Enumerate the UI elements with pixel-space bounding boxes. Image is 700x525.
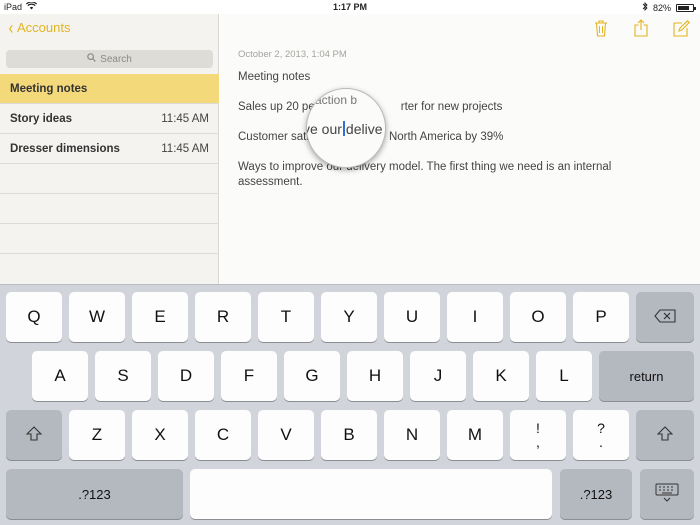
note-editor[interactable]: October 2, 2013, 1:04 PM Meeting notes S… (220, 14, 700, 284)
bluetooth-icon (642, 1, 648, 13)
key-g[interactable]: G (284, 351, 340, 401)
note-title: Meeting notes (10, 82, 88, 95)
chevron-left-icon: ‹ (8, 17, 14, 38)
key-n[interactable]: N (384, 410, 440, 460)
shift-key-right[interactable] (636, 410, 694, 460)
search-input[interactable]: Search (6, 50, 213, 68)
key-s[interactable]: S (95, 351, 151, 401)
shift-key-left[interactable] (6, 410, 62, 460)
key-r[interactable]: R (195, 292, 251, 342)
key-x[interactable]: X (132, 410, 188, 460)
status-bar: iPad 1:17 PM 82% (0, 0, 700, 14)
search-placeholder: Search (100, 53, 132, 65)
numbers-key-left[interactable]: .?123 (6, 469, 183, 519)
key-j[interactable]: J (410, 351, 466, 401)
battery-percent: 82% (652, 2, 671, 13)
list-item[interactable]: Story ideas 11:45 AM (0, 104, 219, 134)
magnifier-top-text: action b (315, 93, 358, 107)
compose-icon[interactable] (672, 18, 690, 38)
key-b[interactable]: B (321, 410, 377, 460)
shift-icon (656, 426, 674, 444)
note-title: Story ideas (10, 112, 72, 125)
status-time: 1:17 PM (332, 2, 367, 12)
note-line: Ways to improve our delivery model. The … (238, 161, 612, 188)
battery-icon (676, 3, 696, 12)
key-h[interactable]: H (347, 351, 403, 401)
note-body[interactable]: Meeting notes Sales up 20 pe rter for new… (238, 70, 658, 205)
text-magnifier-loupe: action b ve our delive (306, 88, 386, 168)
magnifier-text: ve our delive (306, 121, 383, 137)
dismiss-keyboard-key[interactable] (640, 469, 694, 519)
empty-row (0, 164, 219, 194)
backspace-icon (654, 308, 676, 326)
notes-sidebar: ‹ Accounts Search Meeting notes Story id… (0, 14, 219, 284)
list-item[interactable]: Meeting notes (0, 74, 219, 104)
note-time: 11:45 AM (161, 112, 209, 125)
key-o[interactable]: O (510, 292, 566, 342)
empty-row (0, 224, 219, 254)
share-icon[interactable] (632, 18, 650, 38)
key-k[interactable]: K (473, 351, 529, 401)
numbers-key-right[interactable]: .?123 (560, 469, 632, 519)
key-t[interactable]: T (258, 292, 314, 342)
key-p[interactable]: P (573, 292, 629, 342)
key-c[interactable]: C (195, 410, 251, 460)
backspace-key[interactable] (636, 292, 694, 342)
key-i[interactable]: I (447, 292, 503, 342)
note-title: Dresser dimensions (10, 142, 120, 155)
empty-row (0, 194, 219, 224)
note-time: 11:45 AM (161, 142, 209, 155)
trash-icon[interactable] (592, 18, 610, 38)
note-line: Meeting notes (238, 71, 311, 83)
key-e[interactable]: E (132, 292, 188, 342)
note-toolbar (592, 18, 690, 38)
note-line: Sales up 20 pe rter for new projects (238, 101, 503, 113)
note-date: October 2, 2013, 1:04 PM (238, 49, 347, 60)
key-f[interactable]: F (221, 351, 277, 401)
key-m[interactable]: M (447, 410, 503, 460)
search-icon (87, 53, 97, 65)
space-bar[interactable] (190, 469, 552, 519)
key-w[interactable]: W (69, 292, 125, 342)
key-z[interactable]: Z (69, 410, 125, 460)
return-key[interactable]: return (599, 351, 694, 401)
list-item[interactable]: Dresser dimensions 11:45 AM (0, 134, 219, 164)
keyboard-dismiss-icon (655, 483, 679, 506)
key-exclamation-comma[interactable]: !, (510, 410, 566, 460)
key-l[interactable]: L (536, 351, 592, 401)
key-question-period[interactable]: ?. (573, 410, 629, 460)
text-cursor (342, 121, 345, 136)
key-d[interactable]: D (158, 351, 214, 401)
key-q[interactable]: Q (6, 292, 62, 342)
shift-icon (25, 426, 43, 444)
key-u[interactable]: U (384, 292, 440, 342)
onscreen-keyboard: Q W E R T Y U I O P A S D F G H J K L re… (0, 284, 700, 525)
note-line: Customer sati North America by 39% (238, 131, 504, 143)
notes-list: Meeting notes Story ideas 11:45 AM Dress… (0, 74, 219, 254)
key-a[interactable]: A (32, 351, 88, 401)
back-label: Accounts (17, 20, 71, 35)
key-y[interactable]: Y (321, 292, 377, 342)
key-v[interactable]: V (258, 410, 314, 460)
accounts-back-button[interactable]: ‹ Accounts (8, 17, 71, 38)
